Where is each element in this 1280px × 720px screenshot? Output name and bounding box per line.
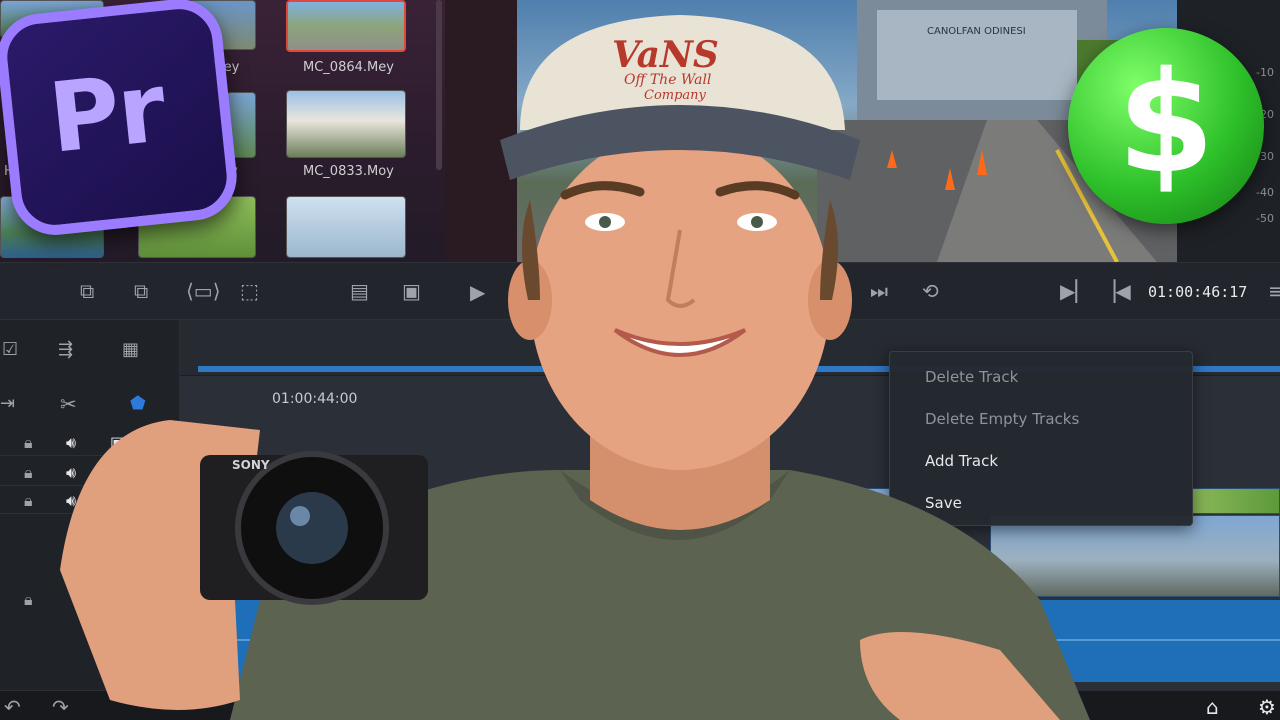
- menu-item-delete-empty-tracks[interactable]: Delete Empty Tracks: [925, 410, 1079, 428]
- track-header-row: 🔒︎ 🔊︎ ▣: [0, 430, 180, 456]
- settings-icon[interactable]: ⚙: [1258, 697, 1276, 717]
- camera-brand: SONY: [232, 458, 270, 472]
- speaker-icon[interactable]: 🔊︎: [66, 433, 76, 453]
- undo-icon[interactable]: ↶: [4, 697, 21, 717]
- ruler-timecode: 01:00:44:00: [272, 391, 358, 407]
- video-clip[interactable]: [808, 488, 890, 514]
- snap-icon[interactable]: ☑: [2, 340, 18, 360]
- premiere-pro-text: Pr: [43, 51, 169, 175]
- filmstrip-icon[interactable]: ▣: [110, 433, 125, 453]
- speaker-icon[interactable]: 🔊︎: [66, 491, 76, 511]
- pool-scrollbar[interactable]: [436, 0, 442, 170]
- cap-logo-line1: VaNS: [612, 34, 719, 76]
- cap-logo-line2: Off The Wall: [624, 72, 712, 88]
- marker-icon[interactable]: ⬟: [130, 394, 146, 414]
- media-thumb[interactable]: [286, 196, 406, 258]
- insert-clip-icon[interactable]: ⧉: [80, 281, 94, 301]
- premiere-pro-logo: Pr: [0, 0, 241, 240]
- building-sign: CANOLFAN ODINESI: [927, 26, 1026, 37]
- playhead-timecode: 01:00:46:17: [1148, 283, 1248, 301]
- dollar-sign: $: [1117, 42, 1215, 205]
- context-menu: Delete Track Delete Empty Tracks Add Tra…: [889, 351, 1193, 526]
- fast-forward-icon[interactable]: ⏭: [870, 281, 888, 301]
- audio-waveform: [200, 639, 1280, 641]
- ripple-overwrite-icon[interactable]: ▣: [402, 281, 421, 301]
- loop-icon[interactable]: ⟲: [922, 281, 939, 301]
- speaker-icon[interactable]: 🔊︎: [66, 463, 76, 483]
- home-icon[interactable]: ⌂: [1206, 697, 1219, 717]
- menu-item-save[interactable]: Save: [925, 494, 962, 512]
- audio-clip[interactable]: [180, 600, 1280, 682]
- editor-screenshot: 2.Mey MC_0864.Mey HC ey MC_0833.Moy CANO…: [0, 0, 1280, 720]
- viewer-border: [445, 0, 517, 262]
- video-clip[interactable]: [990, 515, 1280, 597]
- next-frame-icon[interactable]: ▶▏: [1060, 281, 1091, 301]
- thumb-label: MC_0833.Moy: [303, 164, 394, 179]
- link-icon[interactable]: ⇶: [58, 340, 73, 360]
- dollar-icon: $: [1068, 28, 1264, 224]
- overwrite-clip-icon[interactable]: ⧉: [134, 281, 148, 301]
- media-thumb[interactable]: [286, 90, 406, 158]
- menu-icon[interactable]: ≡: [1268, 281, 1280, 301]
- prev-frame-icon[interactable]: ▕◀: [1100, 281, 1131, 301]
- selection-icon[interactable]: ⇥: [0, 394, 15, 414]
- replace-clip-icon[interactable]: ⟨▭⟩: [186, 281, 221, 301]
- clip-view-icon[interactable]: ▦: [122, 340, 139, 360]
- lock-icon[interactable]: 🔒︎: [24, 463, 33, 483]
- bottom-bar: ↶ ↷ ⌂ ⚙: [0, 690, 1280, 720]
- append-icon[interactable]: ▤: [350, 281, 369, 301]
- track-header-row: 🔒︎ 🔊︎: [0, 460, 180, 486]
- video-clip[interactable]: [1192, 488, 1280, 514]
- media-thumb-selected[interactable]: [286, 0, 406, 52]
- cap-logo-line3: Company: [644, 88, 706, 103]
- track-header-row: 🔒︎ 🔊︎: [0, 488, 180, 514]
- thumb-label: MC_0864.Mey: [303, 60, 394, 75]
- lock-icon[interactable]: 🔒︎: [24, 433, 33, 453]
- redo-icon[interactable]: ↷: [52, 697, 69, 717]
- razor-icon[interactable]: ✂: [60, 394, 77, 414]
- menu-item-delete-track[interactable]: Delete Track: [925, 368, 1018, 386]
- meter-label: -50: [1256, 212, 1274, 225]
- place-on-top-icon[interactable]: ⬚: [240, 281, 259, 301]
- menu-item-add-track[interactable]: Add Track: [925, 452, 998, 470]
- lock-icon[interactable]: 🔒︎: [24, 590, 33, 610]
- play-icon[interactable]: ▶: [470, 282, 485, 302]
- lock-icon[interactable]: 🔒︎: [24, 491, 33, 511]
